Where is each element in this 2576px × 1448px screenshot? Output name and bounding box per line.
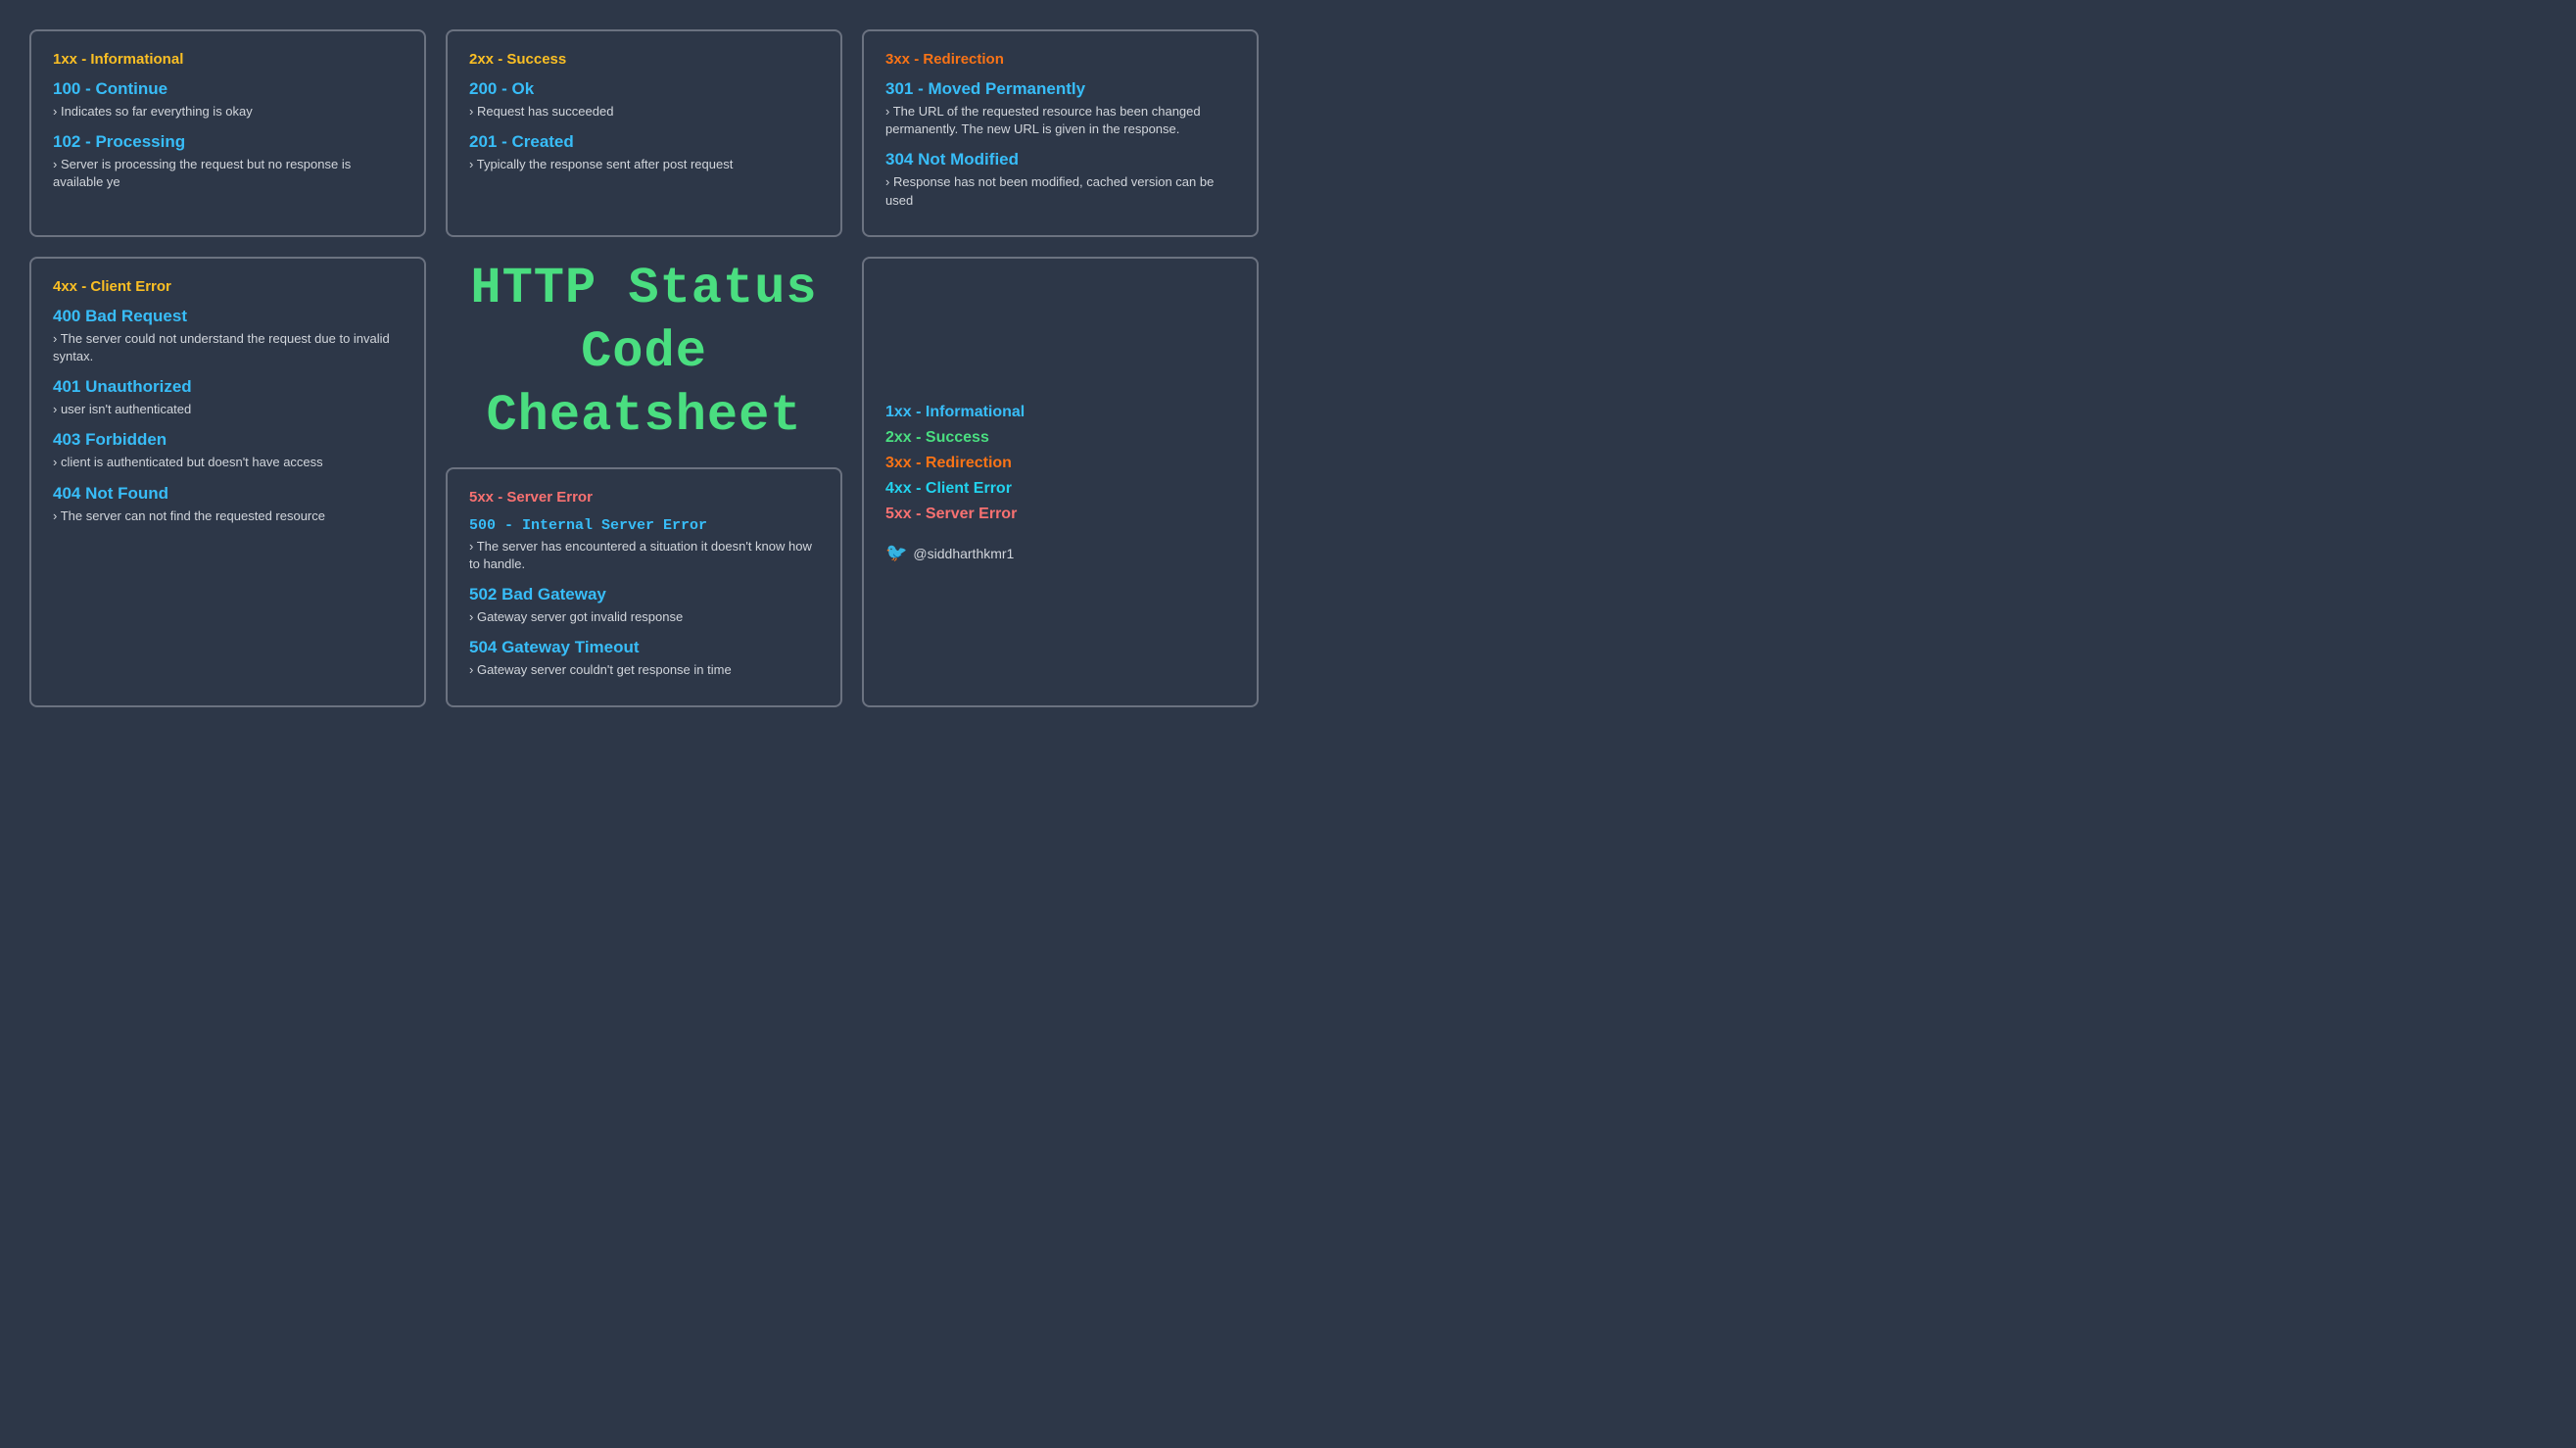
code-404: 404 Not Found [53,484,403,504]
desc-500: The server has encountered a situation i… [469,538,819,573]
code-100: 100 - Continue [53,79,403,99]
desc-100: Indicates so far everything is okay [53,103,403,121]
legend-2xx: 2xx - Success [885,429,1235,447]
code-403: 403 Forbidden [53,430,403,450]
card-3xx: 3xx - Redirection 301 - Moved Permanentl… [862,29,1259,237]
legend-1xx: 1xx - Informational [885,404,1235,421]
desc-504: Gateway server couldn't get response in … [469,661,819,679]
code-400: 400 Bad Request [53,307,403,326]
category-3xx-label: 3xx - Redirection [885,51,1235,68]
category-5xx-label: 5xx - Server Error [469,489,819,506]
desc-201: Typically the response sent after post r… [469,156,819,173]
code-502: 502 Bad Gateway [469,585,819,604]
code-500: 500 - Internal Server Error [469,517,819,534]
twitter-handle: 🐦 @siddharthkmr1 [885,543,1235,563]
card-2xx: 2xx - Success 200 - Ok Request has succe… [446,29,842,237]
card-4xx: 4xx - Client Error 400 Bad Request The s… [29,257,426,707]
desc-502: Gateway server got invalid response [469,608,819,626]
category-4xx-label: 4xx - Client Error [53,278,403,295]
desc-102: Server is processing the request but no … [53,156,403,191]
code-504: 504 Gateway Timeout [469,638,819,657]
category-1xx-label: 1xx - Informational [53,51,403,68]
desc-304: Response has not been modified, cached v… [885,173,1235,209]
desc-401: user isn't authenticated [53,401,403,418]
code-201: 201 - Created [469,132,819,152]
main-title: HTTP Status Code Cheatsheet [446,257,842,448]
title-area: HTTP Status Code Cheatsheet [446,257,842,448]
legend-3xx: 3xx - Redirection [885,455,1235,472]
desc-403: client is authenticated but doesn't have… [53,454,403,471]
code-200: 200 - Ok [469,79,819,99]
code-102: 102 - Processing [53,132,403,152]
twitter-username: @siddharthkmr1 [913,546,1014,561]
code-401: 401 Unauthorized [53,377,403,397]
code-304: 304 Not Modified [885,150,1235,169]
desc-404: The server can not find the requested re… [53,507,403,525]
legend-5xx: 5xx - Server Error [885,506,1235,523]
code-301: 301 - Moved Permanently [885,79,1235,99]
card-1xx: 1xx - Informational 100 - Continue Indic… [29,29,426,237]
legend-4xx: 4xx - Client Error [885,480,1235,498]
desc-301: The URL of the requested resource has be… [885,103,1235,138]
twitter-icon: 🐦 [885,543,907,563]
desc-200: Request has succeeded [469,103,819,121]
legend-card: 1xx - Informational 2xx - Success 3xx - … [862,257,1259,707]
card-5xx: 5xx - Server Error 500 - Internal Server… [446,467,842,707]
category-2xx-label: 2xx - Success [469,51,819,68]
desc-400: The server could not understand the requ… [53,330,403,365]
